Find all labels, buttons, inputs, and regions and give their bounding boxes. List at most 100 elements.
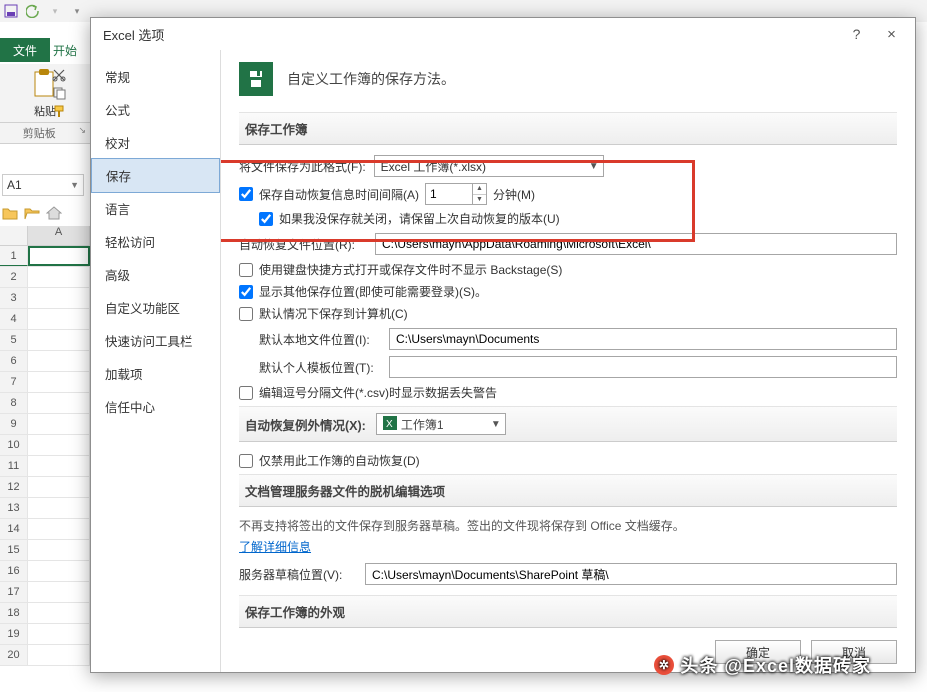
- svg-text:X: X: [386, 419, 393, 430]
- row-header[interactable]: 11: [0, 456, 28, 476]
- chevron-down-icon[interactable]: ▼: [70, 180, 79, 190]
- no-backstage-checkbox[interactable]: [239, 263, 253, 277]
- select-all-corner[interactable]: [0, 226, 28, 245]
- save-icon[interactable]: [0, 0, 22, 22]
- sidebar-item-language[interactable]: 语言: [91, 192, 220, 225]
- cell[interactable]: [28, 477, 90, 497]
- format-painter-icon[interactable]: [52, 104, 66, 121]
- default-local-location-input[interactable]: [389, 328, 897, 350]
- row-header[interactable]: 2: [0, 267, 28, 287]
- folder-open-icon[interactable]: [24, 206, 40, 223]
- file-format-combobox[interactable]: Excel 工作簿(*.xlsx) ▼: [374, 155, 604, 177]
- help-button[interactable]: ?: [839, 20, 874, 48]
- sidebar-item-quick-access[interactable]: 快速访问工具栏: [91, 324, 220, 357]
- worksheet-grid[interactable]: A 1 2 3 4 5 6 7 8 9 10 11 12 13 14 15 16…: [0, 226, 90, 692]
- section-save-workbook: 保存工作簿: [239, 112, 897, 145]
- panel-heading: 自定义工作簿的保存方法。: [287, 69, 455, 89]
- disable-autorecover-checkbox[interactable]: [239, 454, 253, 468]
- row-header[interactable]: 8: [0, 393, 28, 413]
- sidebar-item-formulas[interactable]: 公式: [91, 93, 220, 126]
- spinner-down-icon[interactable]: ▼: [473, 195, 486, 205]
- cell[interactable]: [28, 309, 90, 329]
- row-header[interactable]: 13: [0, 498, 28, 518]
- close-button[interactable]: ×: [874, 20, 909, 48]
- row-header[interactable]: 5: [0, 330, 28, 350]
- row-header[interactable]: 9: [0, 414, 28, 434]
- cell[interactable]: [28, 540, 90, 560]
- workbook-exception-combobox[interactable]: X 工作簿1 ▼: [376, 413, 506, 435]
- cell[interactable]: [28, 267, 90, 287]
- row-header[interactable]: 7: [0, 372, 28, 392]
- sidebar-item-addins[interactable]: 加载项: [91, 357, 220, 390]
- name-box[interactable]: A1 ▼: [2, 174, 84, 196]
- folder-toolbar: [2, 206, 62, 223]
- row-header[interactable]: 1: [0, 246, 28, 266]
- cell[interactable]: [28, 624, 90, 644]
- sidebar-item-proofing[interactable]: 校对: [91, 126, 220, 159]
- dialog-launcher-icon[interactable]: ↘: [78, 125, 86, 136]
- offline-note: 不再支持将签出的文件保存到服务器草稿。签出的文件现将保存到 Office 文档缓…: [239, 517, 897, 534]
- cell[interactable]: [28, 519, 90, 539]
- minutes-label: 分钟(M): [493, 186, 535, 203]
- cell[interactable]: [28, 372, 90, 392]
- cell[interactable]: [28, 603, 90, 623]
- default-template-location-input[interactable]: [389, 356, 897, 378]
- row-header[interactable]: 14: [0, 519, 28, 539]
- autorecover-location-input[interactable]: [375, 233, 897, 255]
- learn-more-link[interactable]: 了解详细信息: [239, 540, 311, 554]
- autosave-interval-checkbox[interactable]: [239, 187, 253, 201]
- cell[interactable]: [28, 330, 90, 350]
- row-header[interactable]: 6: [0, 351, 28, 371]
- cell[interactable]: [28, 393, 90, 413]
- sidebar-item-general[interactable]: 常规: [91, 60, 220, 93]
- sidebar-item-customize-ribbon[interactable]: 自定义功能区: [91, 291, 220, 324]
- row-header[interactable]: 16: [0, 561, 28, 581]
- cell[interactable]: [28, 582, 90, 602]
- csv-dataloss-warning-checkbox[interactable]: [239, 386, 253, 400]
- column-header-A[interactable]: A: [28, 226, 90, 245]
- cell[interactable]: [28, 288, 90, 308]
- sidebar-item-save[interactable]: 保存: [91, 158, 220, 193]
- server-drafts-location-label: 服务器草稿位置(V):: [239, 566, 357, 583]
- ribbon-tabs: 文件 开始: [0, 38, 90, 64]
- cell[interactable]: [28, 456, 90, 476]
- spinner-up-icon[interactable]: ▲: [473, 184, 486, 195]
- cell[interactable]: [28, 645, 90, 665]
- paste-label: 粘贴: [0, 103, 90, 119]
- copy-icon[interactable]: [52, 86, 66, 103]
- keep-last-autorecover-checkbox[interactable]: [259, 212, 273, 226]
- sidebar-item-advanced[interactable]: 高级: [91, 258, 220, 291]
- undo-icon[interactable]: [22, 0, 44, 22]
- sidebar-item-trust-center[interactable]: 信任中心: [91, 390, 220, 423]
- row-header[interactable]: 18: [0, 603, 28, 623]
- cut-icon[interactable]: [52, 68, 66, 85]
- cell[interactable]: [28, 561, 90, 581]
- show-other-locations-checkbox[interactable]: [239, 285, 253, 299]
- row-header[interactable]: 19: [0, 624, 28, 644]
- save-to-computer-checkbox[interactable]: [239, 307, 253, 321]
- row-header[interactable]: 3: [0, 288, 28, 308]
- folder-icon[interactable]: [2, 206, 18, 223]
- row-header[interactable]: 20: [0, 645, 28, 665]
- row-header[interactable]: 10: [0, 435, 28, 455]
- row-header[interactable]: 17: [0, 582, 28, 602]
- default-template-location-label: 默认个人模板位置(T):: [239, 359, 381, 376]
- server-drafts-location-input[interactable]: [365, 563, 897, 585]
- tab-file[interactable]: 文件: [0, 38, 50, 62]
- qat-customize-icon[interactable]: ▾: [66, 0, 88, 22]
- home-icon[interactable]: [46, 206, 62, 223]
- row-header[interactable]: 4: [0, 309, 28, 329]
- cell[interactable]: [28, 246, 90, 266]
- autosave-minutes-input[interactable]: [425, 183, 473, 205]
- cell[interactable]: [28, 498, 90, 518]
- cell[interactable]: [28, 351, 90, 371]
- redo-dropdown-icon[interactable]: ▾: [44, 0, 66, 22]
- row-header[interactable]: 12: [0, 477, 28, 497]
- cell[interactable]: [28, 435, 90, 455]
- dialog-title: Excel 选项: [103, 25, 164, 44]
- cell[interactable]: [28, 414, 90, 434]
- tab-home[interactable]: 开始: [50, 38, 80, 62]
- row-header[interactable]: 15: [0, 540, 28, 560]
- sidebar-item-ease-of-access[interactable]: 轻松访问: [91, 225, 220, 258]
- autosave-minutes-spinner[interactable]: ▲▼: [425, 183, 487, 205]
